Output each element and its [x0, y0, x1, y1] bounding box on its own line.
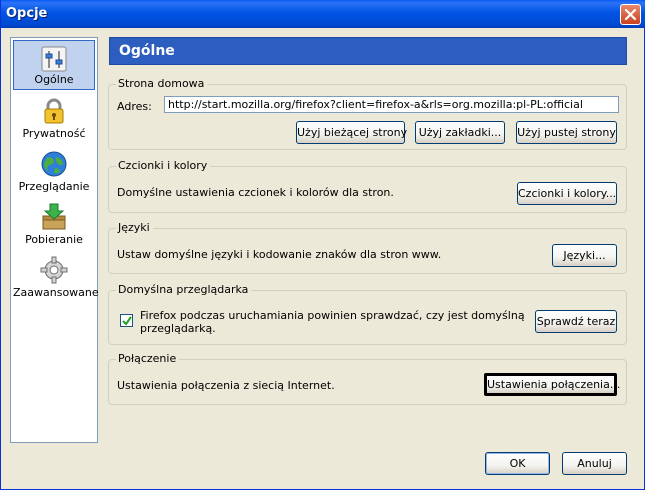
sidebar-item-downloads[interactable]: Pobieranie: [13, 199, 95, 249]
sidebar-item-label: Zaawansowane: [13, 286, 99, 299]
fonts-colors-group: Czcionki i kolory Domyślne ustawienia cz…: [108, 159, 627, 213]
close-button[interactable]: [620, 4, 641, 25]
sidebar-item-browsing[interactable]: Przeglądanie: [13, 146, 95, 196]
gear-icon: [39, 255, 69, 285]
title-bar[interactable]: Opcje: [1, 0, 645, 28]
use-current-page-button[interactable]: Użyj bieżącej strony: [296, 121, 407, 144]
homepage-group: Strona domowa Adres: http://start.mozill…: [108, 77, 627, 150]
default-browser-group: Domyślna przeglądarka Firefox podczas ur…: [108, 283, 627, 345]
general-icon: [39, 44, 69, 74]
page-title: Ogólne: [119, 43, 175, 59]
sidebar-item-label: Ogólne: [34, 73, 74, 86]
sidebar-item-advanced[interactable]: Zaawansowane: [13, 252, 99, 302]
connection-settings-button[interactable]: Ustawienia połączenia...: [484, 373, 620, 396]
homepage-address-input[interactable]: http://start.mozilla.org/firefox?client=…: [164, 96, 619, 113]
sidebar-item-label: Prywatność: [22, 127, 86, 140]
sidebar-item-label: Pobieranie: [25, 233, 83, 246]
use-blank-page-button[interactable]: Użyj pustej strony: [516, 121, 617, 144]
connection-group: Połączenie Ustawienia połączenia z sieci…: [108, 352, 627, 405]
category-sidebar: Ogólne Prywatność Przeglądanie Pobierani…: [10, 37, 99, 443]
use-bookmark-button[interactable]: Użyj zakładki...: [415, 121, 505, 144]
group-title: Domyślna przeglądarka: [116, 283, 252, 296]
checkbox-label-line1: Firefox podczas uruchamiania powinien sp…: [140, 309, 525, 322]
languages-group: Języki Ustaw domyślne języki i kodowanie…: [108, 221, 627, 274]
fonts-colors-button[interactable]: Czcionki i kolory...: [517, 182, 617, 205]
window-title: Opcje: [6, 6, 48, 21]
group-title: Połączenie: [116, 352, 180, 365]
group-title: Czcionki i kolory: [116, 159, 211, 172]
sidebar-item-general[interactable]: Ogólne: [13, 40, 95, 90]
address-label: Adres:: [117, 100, 152, 113]
section-header: Ogólne: [109, 37, 627, 65]
check-now-button[interactable]: Sprawdź teraz: [535, 310, 617, 333]
sidebar-item-label: Przeglądanie: [18, 180, 90, 193]
fonts-description: Domyślne ustawienia czcionek i kolorów d…: [117, 186, 394, 199]
languages-button[interactable]: Języki...: [552, 244, 617, 267]
languages-description: Ustaw domyślne języki i kodowanie znaków…: [117, 248, 442, 261]
check-default-browser-checkbox[interactable]: [120, 314, 133, 327]
group-title: Strona domowa: [116, 77, 208, 90]
padlock-icon: [39, 96, 69, 126]
options-dialog: Opcje Ogólne Prywatność Przeglądanie Pob…: [0, 0, 645, 490]
globe-icon: [39, 149, 69, 179]
connection-description: Ustawienia połączenia z siecią Internet.: [117, 379, 335, 392]
group-title: Języki: [116, 221, 153, 234]
checkbox-label-line2: przeglądarką.: [140, 322, 216, 335]
ok-button[interactable]: OK: [485, 452, 550, 475]
sidebar-item-privacy[interactable]: Prywatność: [13, 93, 95, 143]
cancel-button[interactable]: Anuluj: [562, 452, 627, 475]
download-box-icon: [39, 202, 69, 232]
